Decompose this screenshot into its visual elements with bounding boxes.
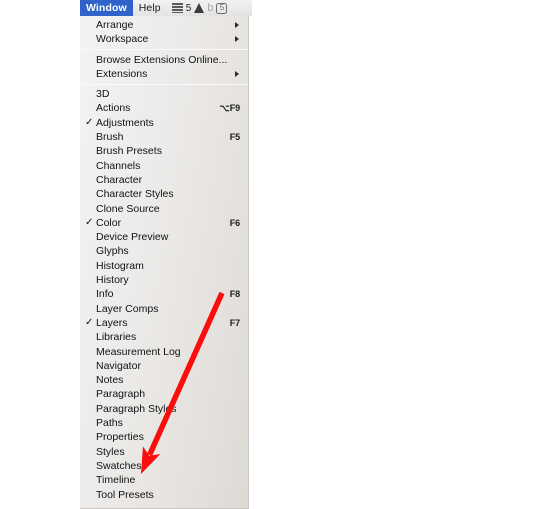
menu-item-styles[interactable]: Styles bbox=[80, 445, 248, 459]
menu-item-label: Notes bbox=[96, 374, 124, 387]
menu-bar: Window Help 5 b 5 bbox=[80, 0, 252, 16]
menu-item-adjustments[interactable]: ✓ Adjustments bbox=[80, 116, 248, 130]
menu-item-label: Character Styles bbox=[96, 188, 174, 201]
menu-item-label: Styles bbox=[96, 445, 125, 458]
letter-b-icon[interactable]: b bbox=[207, 2, 213, 14]
menu-item-notes[interactable]: Notes bbox=[80, 373, 248, 387]
menu-item-label: 3D bbox=[96, 88, 110, 101]
chevron-right-icon bbox=[235, 22, 239, 29]
menu-item-brush[interactable]: Brush F5 bbox=[80, 130, 248, 144]
checkmark-icon: ✓ bbox=[85, 316, 94, 328]
menu-item-label: Brush bbox=[96, 131, 124, 144]
menu-item-label: Adjustments bbox=[96, 116, 154, 129]
dropbox-triangle-icon[interactable] bbox=[194, 3, 205, 13]
circled-5-icon[interactable]: 5 bbox=[216, 2, 228, 14]
menu-item-label: Character bbox=[96, 173, 143, 186]
menu-separator bbox=[80, 49, 248, 51]
menu-item-shortcut: F6 bbox=[229, 217, 240, 228]
stacked-lines-icon[interactable] bbox=[171, 3, 183, 13]
menu-item-navigator[interactable]: Navigator bbox=[80, 359, 248, 373]
menubar-status-icons: 5 b 5 bbox=[167, 2, 228, 14]
menu-item-character[interactable]: Character bbox=[80, 173, 248, 187]
menu-item-label: Timeline bbox=[96, 474, 136, 487]
menu-item-tool-presets[interactable]: Tool Presets bbox=[80, 488, 248, 502]
menubar-item-window-label: Window bbox=[86, 2, 127, 14]
checkmark-icon: ✓ bbox=[85, 116, 94, 128]
menu-item-label: Libraries bbox=[96, 331, 137, 344]
menubar-item-help[interactable]: Help bbox=[133, 0, 167, 16]
menu-item-label: Swatches bbox=[96, 459, 142, 472]
menu-item-shortcut: F8 bbox=[229, 289, 240, 300]
chevron-right-icon bbox=[235, 36, 239, 43]
menu-item-label: Actions bbox=[96, 102, 131, 115]
menu-item-label: Arrange bbox=[96, 19, 134, 31]
menu-item-label: Histogram bbox=[96, 259, 144, 272]
menu-item-paths[interactable]: Paths bbox=[80, 416, 248, 430]
screen-root: Window Help 5 b 5 Arrange Workspace Brow… bbox=[0, 0, 533, 509]
menu-item-3d[interactable]: 3D bbox=[80, 87, 248, 101]
menu-item-label: Layer Comps bbox=[96, 302, 159, 315]
menu-item-properties[interactable]: Properties bbox=[80, 430, 248, 444]
menu-item-info[interactable]: Info F8 bbox=[80, 287, 248, 301]
menu-item-paragraph[interactable]: Paragraph bbox=[80, 387, 248, 401]
menu-item-label: Measurement Log bbox=[96, 345, 181, 358]
menu-item-label: Extensions bbox=[96, 67, 148, 80]
menu-item-label: Glyphs bbox=[96, 245, 129, 258]
menu-item-shortcut: ⌥F9 bbox=[219, 103, 240, 114]
menu-item-shortcut: F7 bbox=[229, 317, 240, 328]
menu-item-label: History bbox=[96, 274, 129, 287]
menu-item-layers[interactable]: ✓ Layers F7 bbox=[80, 316, 248, 330]
menubar-item-help-label: Help bbox=[138, 2, 161, 14]
menu-item-libraries[interactable]: Libraries bbox=[80, 330, 248, 344]
menu-item-arrange[interactable]: Arrange bbox=[80, 18, 248, 32]
menu-item-glyphs[interactable]: Glyphs bbox=[80, 244, 248, 258]
menu-item-paragraph-styles[interactable]: Paragraph Styles bbox=[80, 402, 248, 416]
menu-item-label: Paths bbox=[96, 417, 123, 430]
checkmark-icon: ✓ bbox=[85, 216, 94, 228]
menu-item-label: Tool Presets bbox=[96, 488, 154, 501]
menu-item-workspace[interactable]: Workspace bbox=[80, 32, 248, 46]
menu-item-label: Navigator bbox=[96, 359, 141, 372]
menu-item-layer-comps[interactable]: Layer Comps bbox=[80, 302, 248, 316]
menu-item-histogram[interactable]: Histogram bbox=[80, 259, 248, 273]
menu-item-extensions[interactable]: Extensions bbox=[80, 67, 248, 81]
chevron-right-icon bbox=[235, 71, 239, 78]
menu-item-browse-extensions-online[interactable]: Browse Extensions Online... bbox=[80, 53, 248, 67]
menu-item-character-styles[interactable]: Character Styles bbox=[80, 187, 248, 201]
menu-item-label: Paragraph bbox=[96, 388, 146, 401]
menu-item-label: Properties bbox=[96, 431, 144, 444]
menu-item-label: Clone Source bbox=[96, 202, 160, 215]
menu-item-clone-source[interactable]: Clone Source bbox=[80, 202, 248, 216]
menu-item-brush-presets[interactable]: Brush Presets bbox=[80, 144, 248, 158]
badge-count: 5 bbox=[185, 2, 192, 14]
menu-item-actions[interactable]: Actions ⌥F9 bbox=[80, 101, 248, 115]
menu-item-channels[interactable]: Channels bbox=[80, 159, 248, 173]
menu-item-timeline[interactable]: Timeline bbox=[80, 473, 248, 487]
menu-separator bbox=[80, 83, 248, 85]
menu-item-shortcut: F5 bbox=[229, 132, 240, 143]
menu-item-label: Color bbox=[96, 216, 122, 229]
menubar-item-window[interactable]: Window bbox=[80, 0, 133, 16]
menu-item-label: Brush Presets bbox=[96, 145, 162, 158]
menu-item-label: Browse Extensions Online... bbox=[96, 53, 228, 66]
menu-item-color[interactable]: ✓ Color F6 bbox=[80, 216, 248, 230]
window-menu-dropdown: Arrange Workspace Browse Extensions Onli… bbox=[80, 16, 249, 509]
menu-item-device-preview[interactable]: Device Preview bbox=[80, 230, 248, 244]
menu-item-label: Workspace bbox=[96, 33, 149, 46]
menu-item-swatches[interactable]: Swatches bbox=[80, 459, 248, 473]
menu-item-measurement-log[interactable]: Measurement Log bbox=[80, 345, 248, 359]
menu-item-label: Channels bbox=[96, 159, 141, 172]
menu-item-history[interactable]: History bbox=[80, 273, 248, 287]
menu-item-label: Info bbox=[96, 288, 114, 301]
menu-item-label: Paragraph Styles bbox=[96, 402, 177, 415]
menu-item-label: Layers bbox=[96, 316, 128, 329]
menu-item-label: Device Preview bbox=[96, 231, 169, 244]
